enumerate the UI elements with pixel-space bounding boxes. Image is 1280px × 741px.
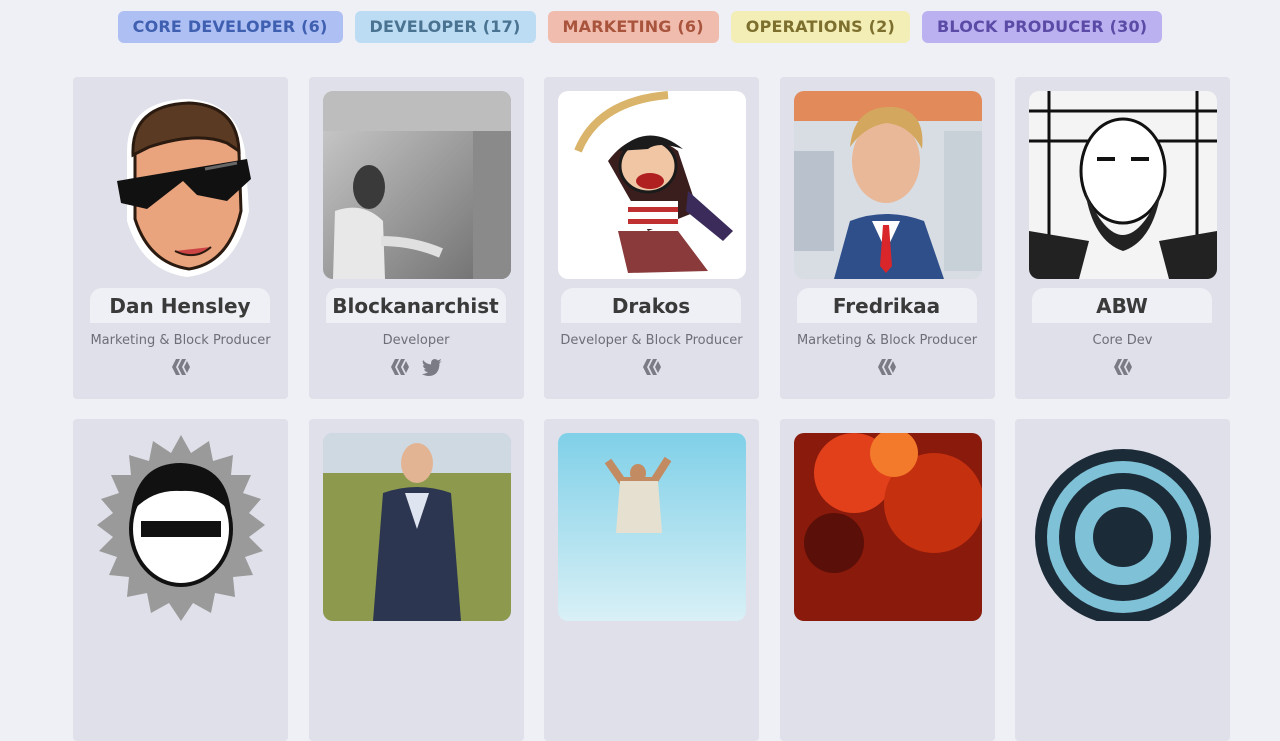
avatar	[793, 91, 982, 279]
member-name: Fredrikaa	[796, 288, 977, 323]
member-card: Dan Hensley Marketing & Block Producer	[73, 77, 288, 399]
social-links	[780, 356, 995, 378]
member-card: Drakos Developer & Block Producer	[544, 77, 759, 399]
social-links	[544, 356, 759, 378]
filter-marketing[interactable]: MARKETING (6)	[547, 11, 719, 43]
member-card	[1015, 419, 1230, 741]
hive-icon[interactable]	[389, 356, 411, 378]
member-name: ABW	[1032, 288, 1212, 323]
filter-developer[interactable]: DEVELOPER (17)	[354, 11, 536, 43]
member-role: Core Dev	[1092, 333, 1153, 348]
social-links	[309, 356, 524, 378]
avatar	[558, 433, 746, 621]
avatar	[793, 433, 982, 621]
member-role: Developer & Block Producer	[560, 333, 743, 348]
avatar	[1029, 91, 1217, 279]
member-role: Developer	[382, 333, 450, 348]
member-card: Fredrikaa Marketing & Block Producer	[779, 77, 995, 399]
member-card	[308, 419, 524, 741]
member-card	[73, 419, 288, 741]
member-card: Blockanarchist Developer	[308, 77, 524, 399]
avatar	[322, 433, 511, 621]
member-role: Marketing & Block Producer	[796, 333, 978, 348]
avatar	[1029, 433, 1217, 621]
member-name: Dan Hensley	[90, 288, 270, 323]
avatar	[87, 91, 275, 279]
filter-core-developer[interactable]: CORE DEVELOPER (6)	[117, 11, 343, 43]
filter-operations[interactable]: OPERATIONS (2)	[730, 11, 911, 43]
role-filter-bar: CORE DEVELOPER (6) DEVELOPER (17) MARKET…	[0, 11, 1280, 43]
team-grid: Dan Hensley Marketing & Block Producer B…	[73, 77, 1230, 741]
hive-icon[interactable]	[641, 356, 663, 378]
hive-icon[interactable]	[876, 356, 898, 378]
avatar	[322, 91, 511, 279]
filter-block-producer[interactable]: BLOCK PRODUCER (30)	[922, 11, 1163, 43]
twitter-icon[interactable]	[421, 356, 443, 378]
avatar	[558, 91, 746, 279]
social-links	[1015, 356, 1230, 378]
member-name: Blockanarchist	[325, 288, 506, 323]
member-card: ABW Core Dev	[1015, 77, 1230, 399]
member-name: Drakos	[561, 288, 741, 323]
member-card	[544, 419, 759, 741]
member-card	[779, 419, 995, 741]
hive-icon[interactable]	[170, 356, 192, 378]
member-role: Marketing & Block Producer	[90, 333, 271, 348]
avatar	[87, 433, 275, 621]
hive-icon[interactable]	[1112, 356, 1134, 378]
social-links	[73, 356, 288, 378]
